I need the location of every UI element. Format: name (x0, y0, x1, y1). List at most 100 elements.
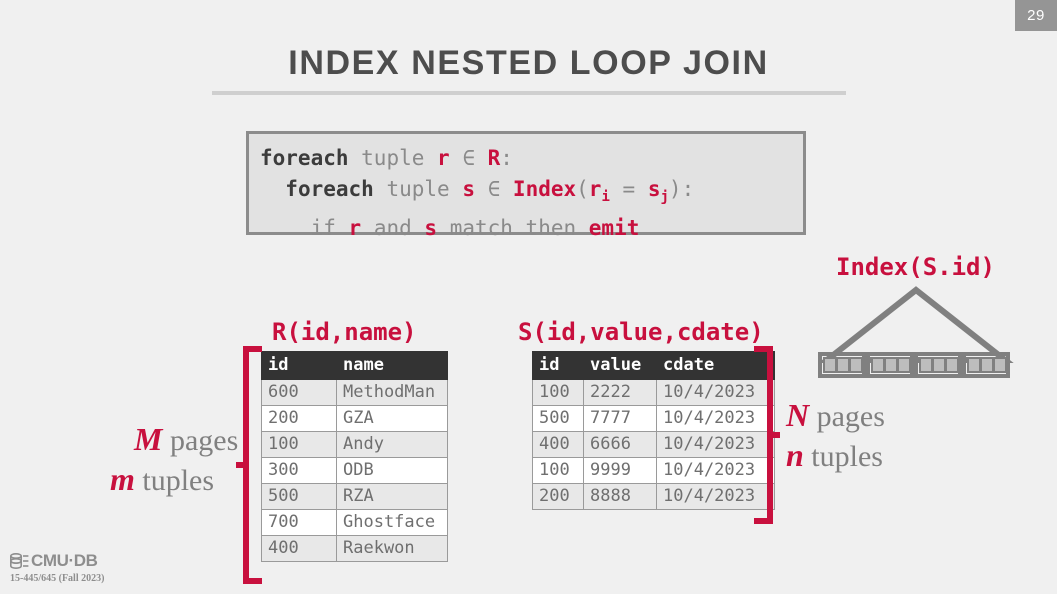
cell-id: 700 (261, 509, 337, 536)
code-text-1c: : (500, 146, 513, 170)
cell-value: 8888 (583, 483, 657, 510)
code-var-s-2: s (462, 177, 475, 201)
table-row: 700 Ghostface (261, 509, 448, 536)
table-row: 200 GZA (261, 405, 448, 432)
cell-name: GZA (336, 405, 448, 432)
code-var-s-3: s (424, 216, 438, 241)
cell-value: 9999 (583, 457, 657, 484)
symbol-M: M (134, 421, 163, 457)
code-text-3c: match then (437, 216, 589, 241)
cell-name: MethodMan (336, 379, 448, 406)
symbol-m: m (110, 461, 135, 497)
table-row: 300 ODB (261, 457, 448, 484)
footer: CMU·DB 15-445/645 (Fall 2023) (10, 551, 104, 584)
cell-id: 600 (261, 379, 337, 406)
code-keyword-foreach-1: foreach (260, 146, 349, 170)
cmudb-logo: CMU·DB (10, 551, 104, 571)
table-row: 400 Raekwon (261, 535, 448, 562)
r-table-bracket (236, 346, 262, 584)
code-var-R-1: R (487, 146, 501, 170)
cell-id: 500 (261, 483, 337, 510)
label-tuples: tuples (803, 440, 883, 473)
code-var-r-1: r (437, 146, 450, 170)
btree-leaf-nodes (818, 352, 1010, 378)
label-tuples: tuples (134, 464, 215, 497)
btree-index-diagram (818, 286, 1014, 378)
r-table: id name 600 MethodMan 200 GZA 100 Andy 3… (261, 351, 448, 562)
page-number-badge: 29 (1015, 0, 1057, 31)
course-label: 15-445/645 (Fall 2023) (10, 573, 105, 584)
s-table-bracket (754, 346, 780, 524)
code-indent-3 (260, 216, 311, 240)
cell-value: 7777 (583, 405, 657, 432)
cell-value: 2222 (583, 379, 657, 406)
r-tuples-annotation: m tuples (110, 461, 214, 498)
code-text-2a: tuple (373, 177, 463, 201)
code-var-ri: r (588, 177, 602, 201)
r-table-caption: R(id,name) (272, 318, 417, 346)
cell-id: 400 (532, 431, 584, 458)
page-title: INDEX NESTED LOOP JOIN (288, 44, 769, 82)
code-subscript-i: i (601, 189, 610, 206)
pseudocode-block: foreach tuple r ∈ R: foreach tuple s ∈ I… (246, 131, 806, 240)
table-header-row: id value cdate (532, 351, 775, 380)
code-indent-2 (260, 177, 285, 201)
cell-id: 100 (532, 379, 584, 406)
btree-triangle-icon (818, 286, 1014, 363)
code-text-2b: ∈ (474, 177, 513, 201)
code-text-2e: ): (668, 177, 695, 201)
code-subscript-j: j (660, 189, 669, 206)
cell-id: 300 (261, 457, 337, 484)
symbol-n: n (786, 437, 804, 473)
logo-text: CMU·DB (31, 551, 98, 570)
cell-name: Raekwon (336, 535, 448, 562)
cell-id: 200 (532, 483, 584, 510)
title-divider (212, 91, 846, 95)
table-row: 100 9999 10/4/2023 (532, 457, 775, 484)
cell-name: RZA (336, 483, 448, 510)
code-text-1b: ∈ (449, 146, 488, 170)
column-header-id: id (261, 351, 337, 380)
table-row: 200 8888 10/4/2023 (532, 483, 775, 510)
cell-id: 100 (261, 431, 337, 458)
symbol-N: N (786, 397, 810, 433)
s-table-caption: S(id,value,cdate) (518, 318, 764, 346)
code-text-1a: tuple (348, 146, 438, 170)
cell-value: 6666 (583, 431, 657, 458)
cell-id: 200 (261, 405, 337, 432)
cell-name: Andy (336, 431, 448, 458)
code-var-r-3: r (348, 216, 362, 241)
slide-canvas: 29 INDEX NESTED LOOP JOIN foreach tuple … (0, 0, 1057, 594)
code-var-sj: s (647, 177, 661, 201)
cell-id: 400 (261, 535, 337, 562)
table-row: 600 MethodMan (261, 379, 448, 406)
column-header-name: name (336, 351, 448, 380)
cell-id: 500 (532, 405, 584, 432)
code-text-2c: ( (576, 177, 589, 201)
code-func-index: Index (512, 177, 577, 201)
table-row: 500 RZA (261, 483, 448, 510)
label-pages: pages (162, 424, 239, 457)
s-tuples-annotation: n tuples (786, 437, 883, 474)
s-pages-annotation: N pages (786, 397, 885, 434)
cell-id: 100 (532, 457, 584, 484)
cell-name: ODB (336, 457, 448, 484)
code-text-2d: = (609, 177, 648, 201)
code-keyword-emit: emit (588, 216, 640, 241)
r-pages-annotation: M pages (134, 421, 238, 458)
table-row: 400 6666 10/4/2023 (532, 431, 775, 458)
code-text-3b: and (361, 216, 425, 241)
code-text-3a: if (310, 216, 349, 241)
index-caption: Index(S.id) (836, 253, 995, 281)
database-stack-icon (10, 552, 29, 569)
column-header-id: id (532, 351, 584, 380)
table-header-row: id name (261, 351, 448, 380)
table-row: 100 Andy (261, 431, 448, 458)
code-keyword-foreach-2: foreach (285, 177, 374, 201)
table-row: 500 7777 10/4/2023 (532, 405, 775, 432)
cell-name: Ghostface (336, 509, 448, 536)
label-pages: pages (809, 400, 885, 433)
column-header-value: value (583, 351, 657, 380)
s-table: id value cdate 100 2222 10/4/2023 500 77… (532, 351, 775, 510)
table-row: 100 2222 10/4/2023 (532, 379, 775, 406)
